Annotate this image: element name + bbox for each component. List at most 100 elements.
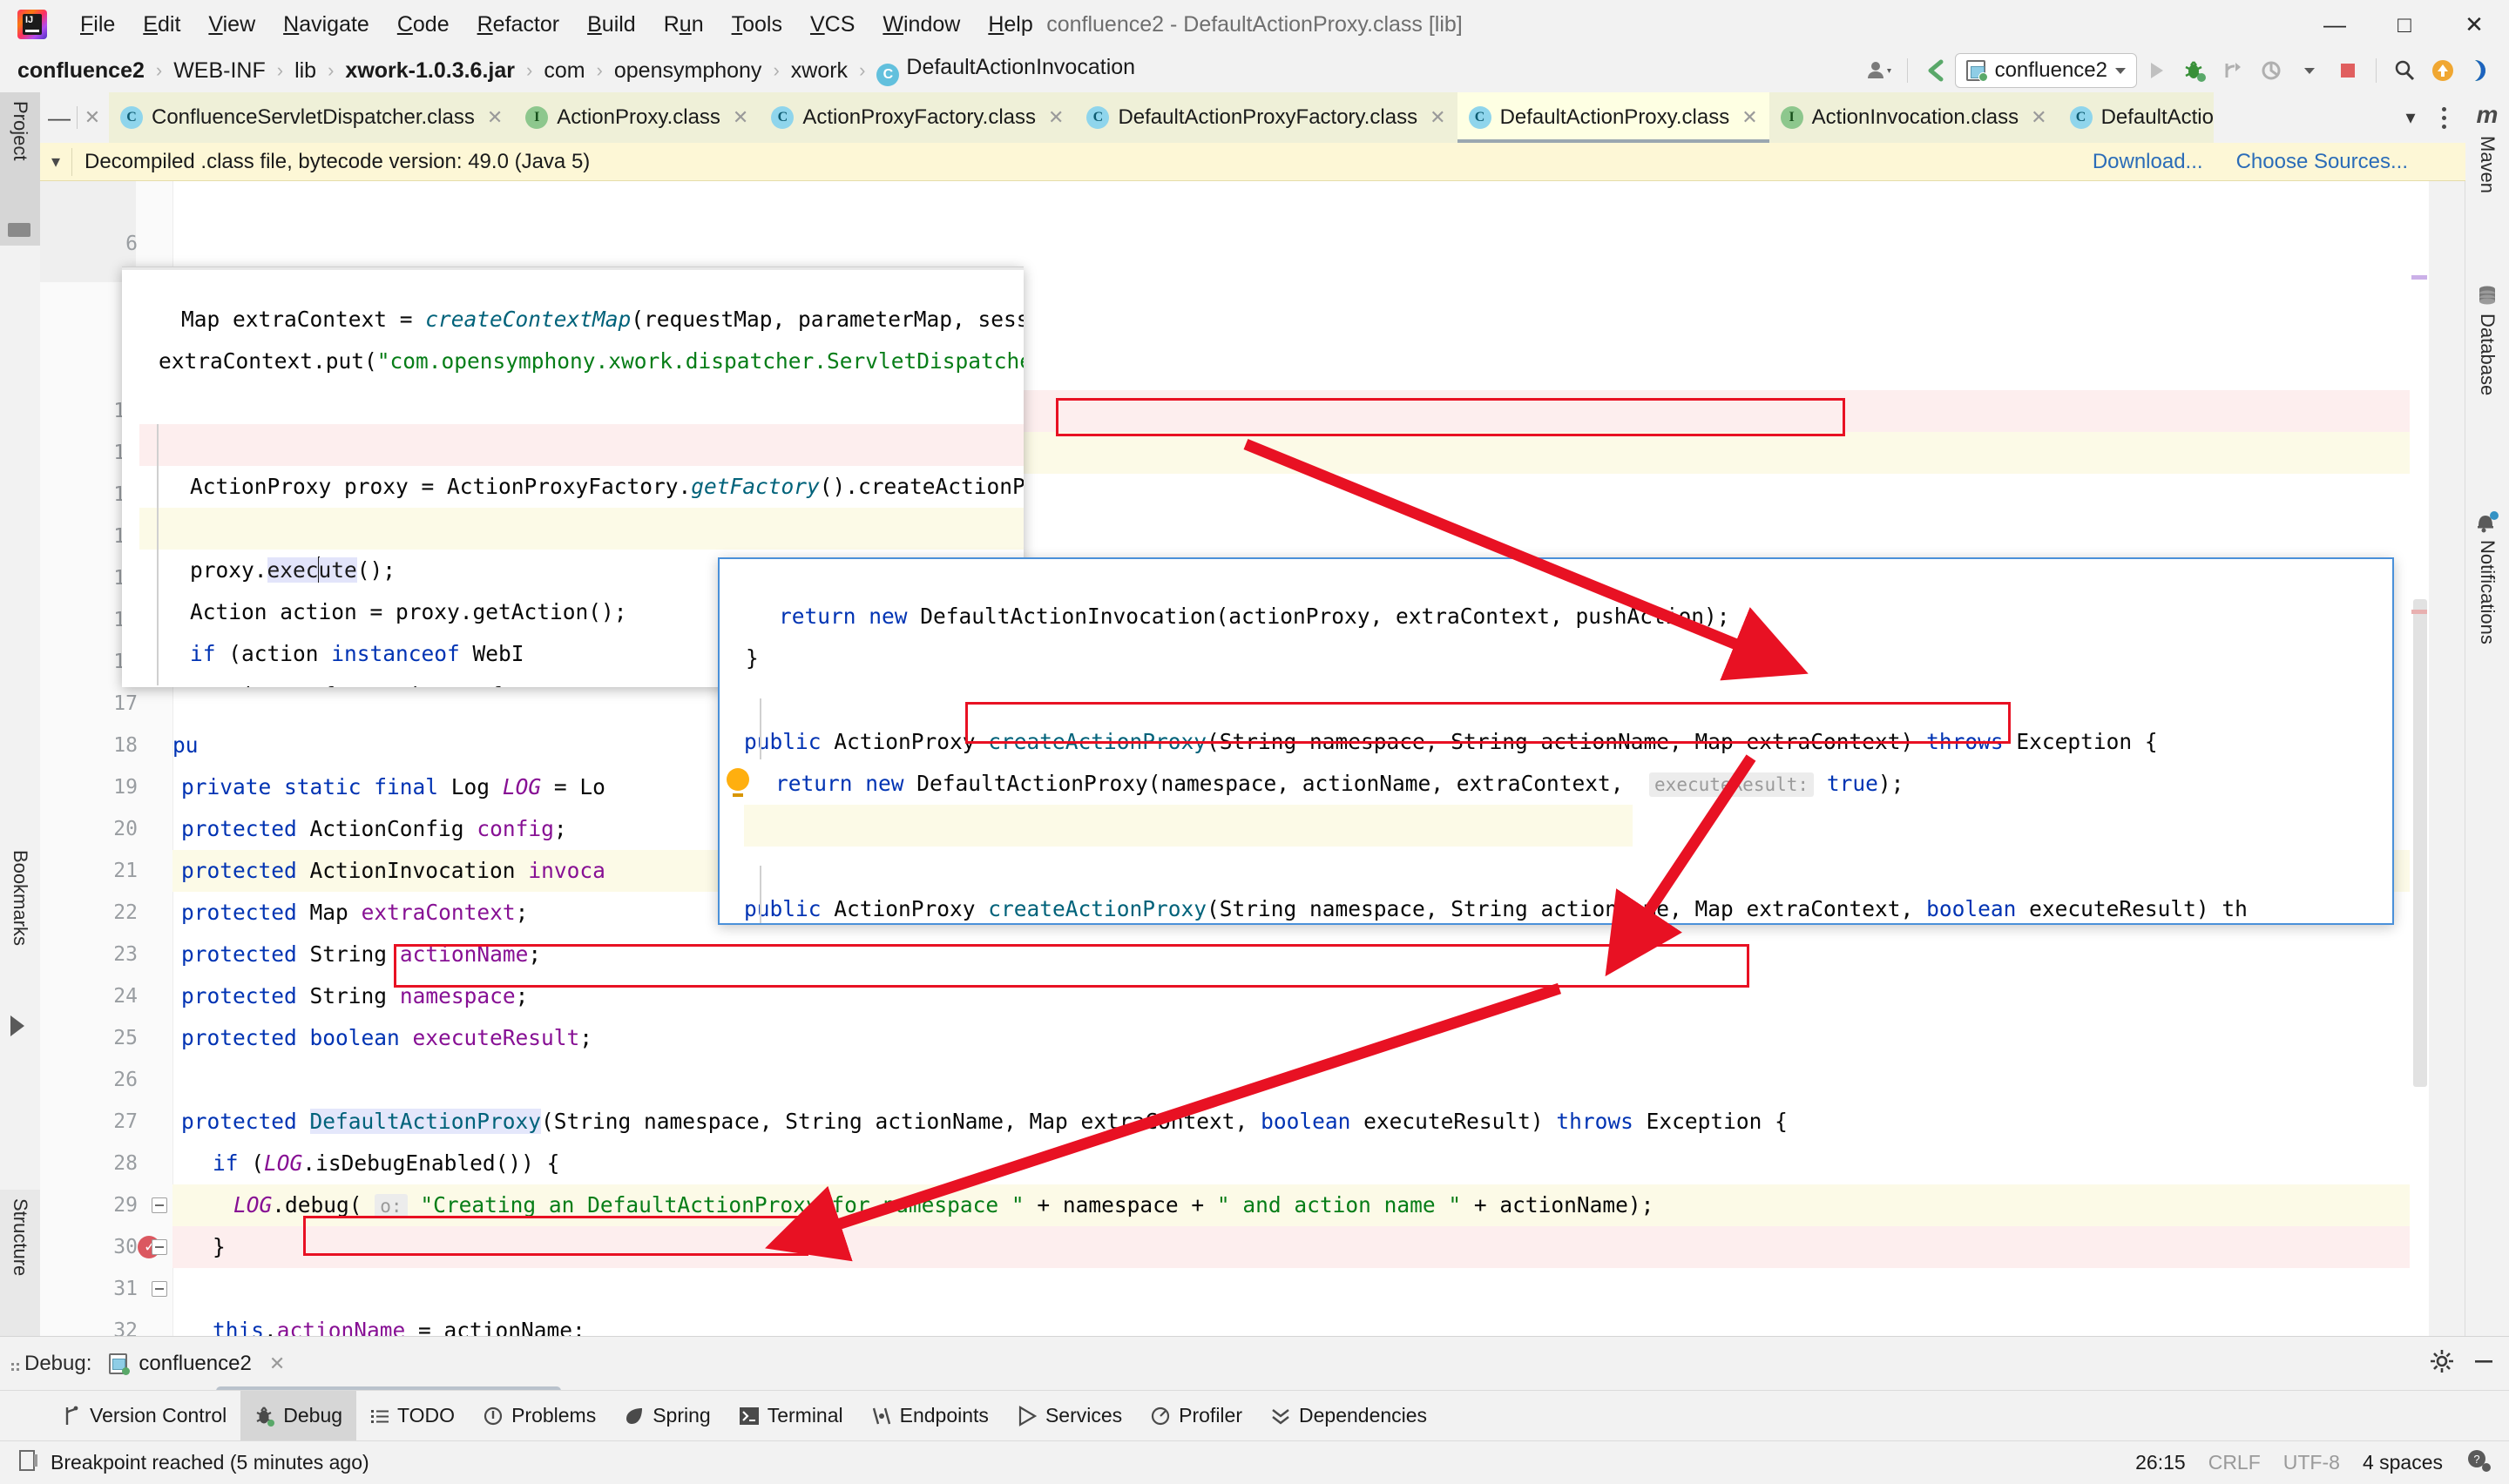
code-line[interactable]: 24 protected boolean executeResult; [40, 934, 2429, 1050]
scroll-marker[interactable] [2411, 610, 2427, 614]
menu-item-tools[interactable]: Tools [718, 7, 796, 43]
menu-item-navigate[interactable]: Navigate [269, 7, 383, 43]
sidebar-item-maven[interactable]: m Maven [2465, 92, 2509, 266]
coverage-icon[interactable] [2252, 51, 2290, 90]
menu-item-help[interactable]: Help [974, 7, 1046, 43]
run-configuration-selector[interactable]: confluence2 [1954, 53, 2137, 88]
sidebar-item-database[interactable]: Database [2465, 275, 2509, 493]
line-separator[interactable]: CRLF [2208, 1451, 2261, 1474]
tab-defaultactionproxy[interactable]: C DefaultActionProxy.class ✕ [1457, 92, 1769, 143]
menu-item-code[interactable]: Code [383, 7, 463, 43]
caret-position[interactable]: 26:15 [2135, 1451, 2186, 1474]
main-menu[interactable]: File Edit View Navigate Code Refactor Bu… [66, 7, 1047, 43]
run-icon[interactable] [2137, 51, 2175, 90]
sidebar-item-structure[interactable]: Structure [0, 1190, 40, 1355]
tab-bar-controls[interactable]: — ✕ [40, 92, 109, 143]
chevron-down-icon[interactable]: ▾ [2394, 92, 2427, 143]
tool-button-todo[interactable]: TODO [356, 1391, 469, 1441]
breadcrumb-item-5[interactable]: opensymphony [611, 58, 766, 84]
gear-icon[interactable] [2429, 1348, 2455, 1380]
tool-button-dependencies[interactable]: Dependencies [1256, 1391, 1441, 1441]
code-line[interactable]: 33 this.executeResult = executeResult; [40, 1310, 2429, 1336]
code-preview-popup-factory[interactable]: return new DefaultActionInvocation(actio… [718, 557, 2394, 925]
user-icon[interactable] [1860, 51, 1898, 90]
menu-item-refactor[interactable]: Refactor [463, 7, 574, 43]
hide-button[interactable]: — [44, 92, 75, 143]
drag-handle[interactable] [0, 1337, 24, 1391]
code-line[interactable]: 6 package com.opensymphony.xwork; [40, 181, 2429, 298]
breadcrumb-item-2[interactable]: lib [291, 58, 320, 84]
menu-item-window[interactable]: Window [869, 7, 974, 43]
tool-button-problems[interactable]: Problems [469, 1391, 610, 1441]
indent-setting[interactable]: 4 spaces [2363, 1451, 2443, 1474]
menu-item-view[interactable]: View [194, 7, 269, 43]
scrollbar-thumb[interactable] [2413, 599, 2427, 1087]
breadcrumb-item-0[interactable]: confluence2 [14, 58, 148, 84]
tool-button-spring[interactable]: Spring [610, 1391, 724, 1441]
tab-defaultactio[interactable]: C DefaultActio [2058, 92, 2214, 143]
vcs-update-icon[interactable] [1917, 51, 1955, 90]
code-line[interactable]: 7 [40, 223, 2429, 297]
menu-item-run[interactable]: Run [650, 7, 718, 43]
code-line[interactable]: 27 if (LOG.isDebugEnabled()) { [40, 1059, 2429, 1176]
breadcrumb-item-4[interactable]: com [540, 58, 588, 84]
close-button[interactable]: ✕ [2439, 0, 2509, 49]
close-icon[interactable]: ✕ [1741, 106, 1757, 129]
code-line[interactable]: 31 this.actionName = actionName; [40, 1226, 2429, 1336]
minimize-icon[interactable] [2471, 1348, 2497, 1380]
tab-options-icon[interactable] [2427, 92, 2460, 143]
code-line[interactable]: 25 [40, 975, 2429, 1049]
breadcrumb-item-6[interactable]: xwork [788, 58, 851, 84]
tab-actionproxyfactory[interactable]: C ActionProxyFactory.class ✕ [760, 92, 1076, 143]
code-line[interactable]: 29 } [40, 1143, 2429, 1259]
tool-button-services[interactable]: Services [1003, 1391, 1136, 1441]
sidebar-item-bookmarks[interactable]: Bookmarks [0, 841, 40, 1042]
chevron-down-icon[interactable]: ▾ [40, 151, 71, 172]
breadcrumb-item-7[interactable]: C DefaultActionInvocation [873, 55, 1139, 86]
help-gear-icon[interactable]: ? [2465, 1448, 2492, 1478]
close-all-icon[interactable]: ✕ [79, 92, 105, 143]
step-icon[interactable] [2214, 51, 2252, 90]
tab-actionproxy[interactable]: I ActionProxy.class ✕ [514, 92, 761, 143]
debug-session-tab[interactable]: confluence2 ✕ [107, 1352, 285, 1376]
scroll-marker[interactable] [2411, 275, 2427, 280]
menu-item-build[interactable]: Build [573, 7, 650, 43]
menu-item-vcs[interactable]: VCS [796, 7, 869, 43]
editor-scrollbar[interactable] [2410, 181, 2429, 1336]
close-icon[interactable]: ✕ [1048, 106, 1064, 129]
chevron-down-icon[interactable] [2290, 51, 2329, 90]
code-line[interactable]: 26 protected DefaultActionProxy(String n… [40, 1017, 2429, 1134]
minimize-button[interactable]: — [2300, 0, 2370, 49]
close-icon[interactable]: ✕ [2031, 106, 2046, 129]
tool-button-debug[interactable]: Debug [240, 1390, 357, 1441]
close-icon[interactable]: ✕ [1430, 106, 1445, 129]
breadcrumb[interactable]: confluence2 › WEB-INF › lib › xwork-1.0.… [14, 55, 1139, 86]
tab-actioninvocation[interactable]: I ActionInvocation.class ✕ [1768, 92, 2059, 143]
file-encoding[interactable]: UTF-8 [2283, 1451, 2340, 1474]
code-line[interactable]: 28 LOG.debug( o: "Creating an DefaultAct… [40, 1101, 2429, 1218]
breadcrumb-item-1[interactable]: WEB-INF [170, 58, 269, 84]
tab-confluenceservletdispatcher[interactable]: C ConfluenceServletDispatcher.class ✕ [109, 92, 515, 143]
close-icon[interactable]: ✕ [733, 106, 748, 129]
stop-icon[interactable] [2329, 51, 2367, 90]
close-icon[interactable]: ✕ [269, 1352, 285, 1375]
code-line[interactable]: 32 this.namespace = namespace; [40, 1268, 2429, 1336]
download-link[interactable]: Download... [2093, 150, 2203, 174]
ai-icon[interactable] [2462, 51, 2500, 90]
updates-icon[interactable] [2424, 51, 2462, 90]
tool-button-profiler[interactable]: Profiler [1136, 1391, 1256, 1441]
maximize-button[interactable]: □ [2370, 0, 2439, 49]
debug-icon[interactable] [2175, 51, 2214, 90]
breadcrumb-item-3[interactable]: xwork-1.0.3.6.jar [342, 58, 518, 84]
code-line[interactable]: 30 [40, 1184, 2429, 1258]
tool-button-terminal[interactable]: Terminal [725, 1391, 857, 1441]
tool-button-version-control[interactable]: Version Control [49, 1391, 240, 1441]
menu-item-edit[interactable]: Edit [129, 7, 194, 43]
search-icon[interactable] [2385, 51, 2424, 90]
close-icon[interactable]: ✕ [487, 106, 503, 129]
intention-bulb-icon[interactable] [727, 768, 749, 797]
choose-sources-link[interactable]: Choose Sources... [2236, 150, 2408, 174]
menu-item-file[interactable]: File [66, 7, 129, 43]
tool-button-endpoints[interactable]: Endpoints [857, 1391, 1003, 1441]
sidebar-item-notifications[interactable]: Notifications [2465, 502, 2509, 789]
